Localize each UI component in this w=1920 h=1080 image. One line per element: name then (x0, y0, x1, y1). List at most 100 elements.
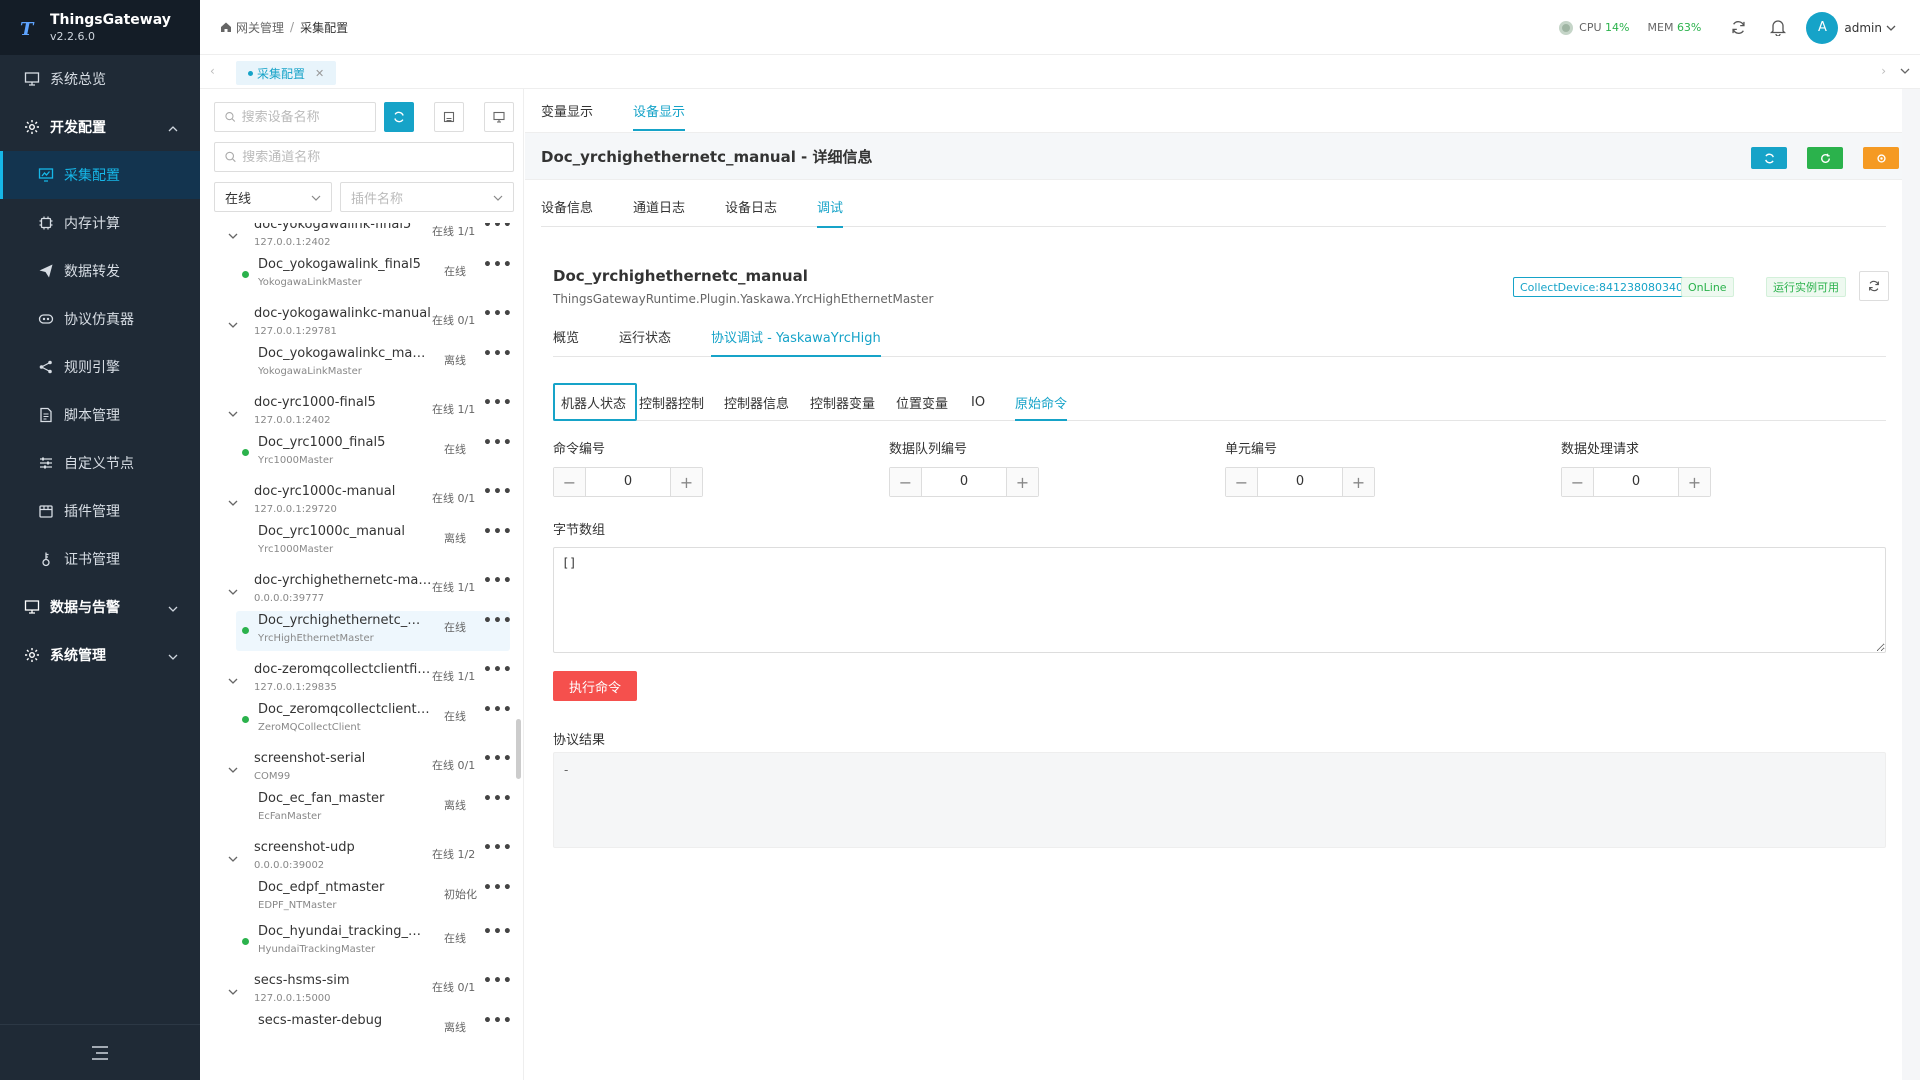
sidebar-item[interactable]: 证书管理 (0, 535, 200, 583)
desktop-view-button[interactable] (484, 102, 514, 132)
view-tab[interactable]: 设备显示 (633, 89, 686, 131)
device-row[interactable]: Doc_yrc1000_final5 Yrc1000Master 在线 ••• (236, 433, 513, 473)
open-tab-collect-config[interactable]: 采集配置 ✕ (236, 61, 337, 85)
detail-tab[interactable]: 设备信息 (541, 197, 593, 227)
channel-row[interactable]: screenshot-udp 0.0.0.0:39002 在线 1/2 ••• (200, 838, 513, 878)
sidebar-item[interactable]: 自定义节点 (0, 439, 200, 487)
view-tab[interactable]: 变量显示 (541, 89, 593, 131)
refresh-button[interactable] (1751, 147, 1787, 169)
chevron-down-icon[interactable] (228, 233, 238, 239)
stepper-value[interactable]: 0 (922, 468, 1006, 496)
debug-tab[interactable]: 运行状态 (619, 327, 671, 356)
sidebar-item[interactable]: 内存计算 (0, 199, 200, 247)
device-row[interactable]: Doc_yokogawalink_final5 YokogawaLinkMaste… (236, 255, 512, 295)
more-icon[interactable]: ••• (483, 613, 513, 629)
plus-icon[interactable]: + (1678, 468, 1710, 496)
tabs-scroll-right-icon[interactable]: › (1881, 64, 1886, 78)
more-icon[interactable]: ••• (483, 662, 513, 678)
bell-icon[interactable] (1770, 19, 1787, 36)
bytes-textarea[interactable] (553, 547, 1886, 653)
detail-tab[interactable]: 通道日志 (633, 197, 685, 227)
settings-button[interactable] (1863, 147, 1899, 169)
sidebar-item[interactable]: 脚本管理 (0, 391, 200, 439)
channel-search-input[interactable] (242, 149, 513, 165)
sidebar-item[interactable]: 系统总览 (0, 55, 200, 103)
close-icon[interactable]: ✕ (315, 67, 324, 80)
save-layout-button[interactable] (434, 102, 464, 132)
sidebar-item[interactable]: 协议仿真器 (0, 295, 200, 343)
more-icon[interactable]: ••• (483, 973, 513, 989)
command-tab[interactable]: 原始命令 (1015, 383, 1068, 421)
channel-row[interactable]: doc-zeromqcollectclientfinal5 127.0.0.1:2… (200, 660, 513, 700)
breadcrumb-item-gateway[interactable]: 网关管理 (236, 19, 284, 36)
avatar[interactable]: A (1806, 11, 1839, 44)
device-row[interactable]: Doc_hyundai_tracking_master HyundaiTracki… (236, 922, 512, 962)
device-refresh-button[interactable] (1859, 271, 1889, 301)
detail-tab[interactable]: 调试 (817, 197, 844, 228)
chevron-down-icon[interactable] (228, 411, 238, 417)
chevron-down-icon[interactable] (228, 589, 238, 595)
channel-search-box[interactable] (214, 142, 514, 172)
chevron-down-icon[interactable] (228, 989, 238, 995)
number-stepper[interactable]: −0 + (1225, 467, 1375, 497)
plus-icon[interactable]: + (670, 468, 702, 496)
chevron-down-icon[interactable] (228, 322, 238, 328)
refresh-icon[interactable] (1731, 20, 1746, 35)
command-tab[interactable]: IO (971, 383, 985, 421)
more-icon[interactable]: ••• (483, 306, 513, 322)
debug-tab[interactable]: 概览 (553, 327, 579, 356)
more-icon[interactable]: ••• (483, 702, 513, 718)
sidebar-item[interactable]: 采集配置 (0, 151, 200, 199)
stepper-value[interactable]: 0 (586, 468, 670, 496)
command-tab[interactable]: 控制器信息 (724, 383, 789, 421)
sidebar-item[interactable]: 开发配置 (0, 103, 200, 151)
refresh-list-button[interactable] (384, 102, 414, 132)
device-search-input[interactable] (241, 109, 375, 125)
sidebar-item[interactable]: 系统管理 (0, 631, 200, 679)
device-search-box[interactable] (214, 102, 376, 132)
list-scrollbar[interactable] (516, 719, 521, 779)
sidebar-item[interactable]: 数据转发 (0, 247, 200, 295)
more-icon[interactable]: ••• (483, 751, 513, 767)
number-stepper[interactable]: −0 + (1561, 467, 1711, 497)
channel-row[interactable]: secs-hsms-sim 127.0.0.1:5000 在线 0/1 ••• (200, 971, 513, 1011)
more-icon[interactable]: ••• (483, 880, 513, 896)
more-icon[interactable]: ••• (483, 223, 513, 233)
more-icon[interactable]: ••• (483, 1013, 513, 1029)
execute-command-button[interactable]: 执行命令 (553, 671, 637, 701)
device-row[interactable]: Doc_yrc1000c_manual Yrc1000Master 离线 ••• (236, 522, 512, 562)
plugin-filter-select[interactable]: 插件名称 (340, 182, 514, 212)
device-row[interactable]: Doc_zeromqcollectclientfinal5 ZeroMQColle… (236, 700, 513, 740)
more-icon[interactable]: ••• (483, 395, 513, 411)
more-icon[interactable]: ••• (483, 840, 513, 856)
channel-row[interactable]: doc-yokogawalink-final5 127.0.0.1:2402 在线 … (200, 223, 513, 255)
more-icon[interactable]: ••• (483, 346, 513, 362)
command-tab[interactable]: 机器人状态 (553, 383, 637, 421)
more-icon[interactable]: ••• (483, 484, 513, 500)
detail-tab[interactable]: 设备日志 (725, 197, 777, 227)
minus-icon[interactable]: − (1226, 468, 1258, 496)
device-row[interactable]: Doc_ec_fan_master EcFanMaster 离线 ••• (236, 789, 512, 829)
restart-button[interactable] (1807, 147, 1843, 169)
device-row[interactable]: secs-master-debug 离线 ••• (236, 1011, 513, 1051)
tabs-scroll-left-icon[interactable]: ‹ (210, 64, 215, 78)
plus-icon[interactable]: + (1342, 468, 1374, 496)
more-icon[interactable]: ••• (483, 435, 513, 451)
command-tab[interactable]: 控制器控制 (639, 383, 704, 421)
plus-icon[interactable]: + (1006, 468, 1038, 496)
chevron-down-icon[interactable] (228, 678, 238, 684)
tabs-dropdown-icon[interactable] (1900, 68, 1910, 74)
chevron-down-icon[interactable] (228, 856, 238, 862)
debug-tab[interactable]: 协议调试 - YaskawaYrcHigh (711, 327, 881, 357)
user-name[interactable]: admin (1844, 21, 1882, 35)
main-scrollbar-track[interactable] (1902, 89, 1920, 1080)
chevron-down-icon[interactable] (228, 767, 238, 773)
minus-icon[interactable]: − (890, 468, 922, 496)
sidebar-item[interactable]: 数据与告警 (0, 583, 200, 631)
device-row[interactable]: Doc_edpf_ntmaster EDPF_NTMaster 初始化 ••• (236, 878, 513, 918)
status-filter-select[interactable]: 在线 (214, 182, 332, 212)
minus-icon[interactable]: − (554, 468, 586, 496)
channel-row[interactable]: doc-yokogawalinkc-manual 127.0.0.1:29781 在… (200, 304, 513, 344)
sidebar-item[interactable]: 规则引擎 (0, 343, 200, 391)
sidebar-item[interactable]: 插件管理 (0, 487, 200, 535)
